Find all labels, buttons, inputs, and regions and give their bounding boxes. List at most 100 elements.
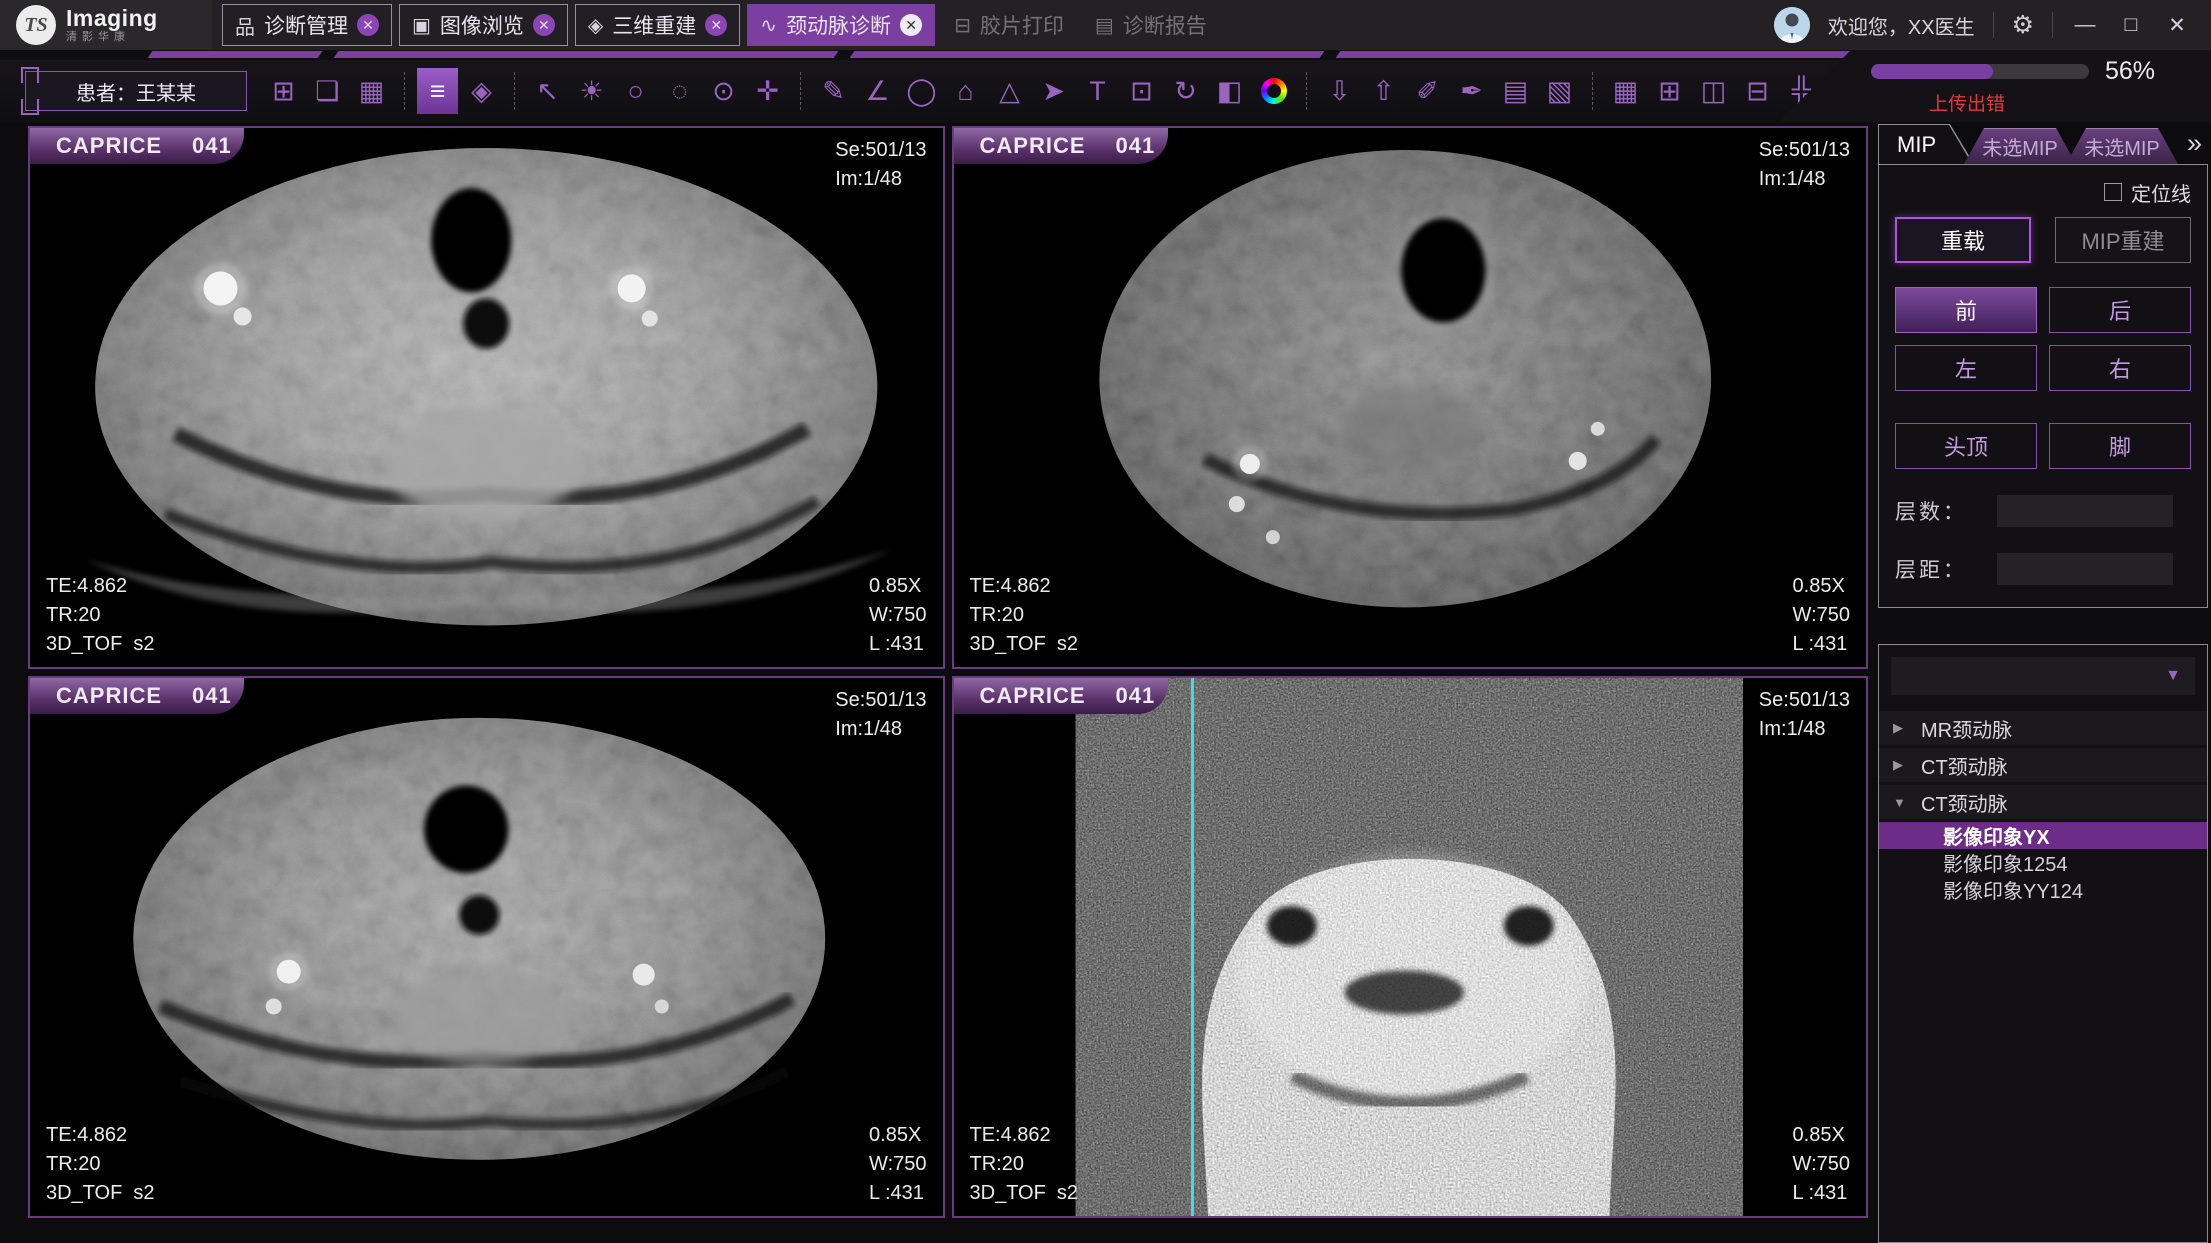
add-frame-icon[interactable]: ⊡	[1121, 68, 1162, 114]
layout-split-v-icon[interactable]: ◫	[1693, 68, 1734, 114]
minimize-icon[interactable]: —	[2071, 13, 2099, 37]
rotate-icon[interactable]: ↻	[1165, 68, 1206, 114]
cursor-icon[interactable]: ↖	[527, 68, 568, 114]
layout-quad-icon[interactable]: ⊞	[1649, 68, 1690, 114]
series-tab[interactable]: CAPRICE 041	[30, 678, 244, 714]
panel-tab-unselected-mip-2[interactable]: 未选MIP	[2066, 128, 2178, 164]
new-study-icon[interactable]: ⊞	[263, 68, 304, 114]
color-wheel-icon[interactable]	[1253, 68, 1294, 114]
layers-icon[interactable]: ≡	[417, 68, 458, 114]
series-tab[interactable]: CAPRICE 041	[954, 678, 1168, 714]
reference-line[interactable]	[1191, 678, 1194, 1217]
tree-node-ct-carotid-2[interactable]: ▼ CT颈动脉	[1879, 785, 2207, 819]
direction-front-button[interactable]: 前	[1895, 287, 2037, 333]
user-avatar[interactable]	[1774, 7, 1810, 43]
viewport-top-left[interactable]: CAPRICE 041 Se:501/13Im:1/48 TE:4.862TR:…	[28, 126, 945, 669]
invert-icon[interactable]: ◧	[1209, 68, 1250, 114]
panel-tabs: MIP 未选MIP 未选MIP »	[1878, 122, 2208, 164]
close-icon[interactable]: ✕	[900, 14, 922, 36]
open-folder-icon[interactable]: ❏	[307, 68, 348, 114]
maximize-icon[interactable]: □	[2117, 13, 2145, 37]
direction-left-button[interactable]: 左	[1895, 345, 2037, 391]
close-icon[interactable]: ✕	[533, 14, 555, 36]
viewport-bottom-left[interactable]: CAPRICE 041 Se:501/13Im:1/48 TE:4.862TR:…	[28, 676, 945, 1219]
pen-icon[interactable]: ✐	[1407, 68, 1448, 114]
tab-image-browse[interactable]: ▣ 图像浏览 ✕	[399, 4, 568, 46]
tree-node-ct-carotid-1[interactable]: ▶ CT颈动脉	[1879, 748, 2207, 782]
tree-node-mr-carotid[interactable]: ▶ MR颈动脉	[1879, 711, 2207, 745]
tree-leaf-impression-1254[interactable]: 影像印象1254	[1879, 849, 2207, 876]
viewport-grid: CAPRICE 041 Se:501/13Im:1/48 TE:4.862TR:…	[28, 126, 1868, 1218]
tab-film-print: ⊟ 胶片打印	[942, 4, 1076, 46]
toolbar-separator	[800, 72, 801, 110]
tab-diagnosis-manage[interactable]: 品 诊断管理 ✕	[222, 4, 392, 46]
image-upload-icon[interactable]: ▧	[1539, 68, 1580, 114]
cube-3d-icon[interactable]: ◈	[461, 68, 502, 114]
tree-leaf-impression-yx[interactable]: 影像印象YX	[1879, 822, 2207, 849]
tab-label: 图像浏览	[440, 10, 524, 40]
upload-icon[interactable]: ⇧	[1363, 68, 1404, 114]
report-add-icon[interactable]: ▤	[1495, 68, 1536, 114]
panel-tab-mip[interactable]: MIP	[1878, 124, 1974, 164]
settings-gear-icon[interactable]: ⚙	[2012, 10, 2034, 40]
series-tab[interactable]: CAPRICE 041	[954, 128, 1168, 164]
series-name: CAPRICE	[56, 683, 162, 709]
app-window: TS Imaging 清影华康 品 诊断管理 ✕ ▣ 图像浏览 ✕ ◈ 三维重建…	[0, 0, 2211, 1243]
tab-3d-rebuild[interactable]: ◈ 三维重建 ✕	[575, 4, 740, 46]
close-window-icon[interactable]: ✕	[2163, 13, 2191, 38]
series-dropdown[interactable]: ▼	[1891, 657, 2195, 695]
zoom-region-icon[interactable]: ◌	[659, 68, 700, 114]
layout-grid16-icon[interactable]: ▦	[1605, 68, 1646, 114]
upload-error-text[interactable]: 上传出错	[1929, 89, 2211, 116]
locator-line-checkbox[interactable]	[2104, 183, 2122, 201]
collapse-arrow-icon[interactable]: ▶	[1893, 720, 1909, 736]
more-tabs-chevron-icon[interactable]: »	[2187, 128, 2208, 159]
mip-rebuild-button[interactable]: MIP重建	[2055, 217, 2191, 263]
series-tab[interactable]: CAPRICE 041	[30, 128, 244, 164]
angle-icon[interactable]: △	[989, 68, 1030, 114]
text-icon[interactable]: T	[1077, 68, 1118, 114]
cube-icon: ◈	[588, 13, 603, 38]
download-icon[interactable]: ⇩	[1319, 68, 1360, 114]
divider	[2052, 12, 2053, 38]
measure-angle-icon[interactable]: ∠	[857, 68, 898, 114]
pointer-icon[interactable]: ➤	[1033, 68, 1074, 114]
tab-label: 颈动脉诊断	[786, 10, 891, 40]
layer-spacing-input[interactable]	[1997, 553, 2173, 585]
reload-button[interactable]: 重载	[1895, 217, 2031, 263]
tab-carotid-diagnosis[interactable]: ∿ 颈动脉诊断 ✕	[747, 4, 935, 46]
series-info-overlay: Se:501/13Im:1/48	[835, 686, 926, 744]
expand-arrow-icon[interactable]: ▼	[1893, 795, 1909, 810]
image-gallery-icon[interactable]: ▦	[351, 68, 392, 114]
window-level-overlay: 0.85XW:750L :431	[869, 572, 926, 659]
series-number: 041	[192, 133, 232, 159]
zoom-icon[interactable]: ○	[615, 68, 656, 114]
acquisition-overlay: TE:4.862TR:203D_TOF s2	[970, 1121, 1079, 1208]
brightness-icon[interactable]: ☀	[571, 68, 612, 114]
close-icon[interactable]: ✕	[705, 14, 727, 36]
mri-image	[30, 678, 943, 1217]
direction-back-button[interactable]: 后	[2049, 287, 2191, 333]
measure-ellipse-icon[interactable]: ◯	[901, 68, 942, 114]
measure-line-icon[interactable]: ✎	[813, 68, 854, 114]
zoom-x2-icon[interactable]: ⊙	[703, 68, 744, 114]
divider	[1993, 12, 1994, 38]
logo-ts-icon: TS	[16, 5, 56, 45]
pan-icon[interactable]: ✛	[747, 68, 788, 114]
viewport-top-right[interactable]: CAPRICE 041 Se:501/13Im:1/48 TE:4.862TR:…	[952, 126, 1869, 669]
direction-foot-button[interactable]: 脚	[2049, 423, 2191, 469]
panel-tab-unselected-mip-1[interactable]: 未选MIP	[1964, 128, 2076, 164]
brush-icon[interactable]: ✒	[1451, 68, 1492, 114]
collapse-arrow-icon[interactable]: ▶	[1893, 757, 1909, 773]
direction-head-button[interactable]: 头顶	[1895, 423, 2037, 469]
layout-split-h-icon[interactable]: ⊟	[1737, 68, 1778, 114]
viewport-bottom-right[interactable]: CAPRICE 041 Se:501/13Im:1/48 TE:4.862TR:…	[952, 676, 1869, 1219]
direction-right-button[interactable]: 右	[2049, 345, 2191, 391]
close-icon[interactable]: ✕	[357, 14, 379, 36]
layers-count-input[interactable]	[1997, 495, 2173, 527]
measure-polygon-icon[interactable]: ⌂	[945, 68, 986, 114]
brand-subtitle: 清影华康	[66, 32, 158, 44]
tree-leaf-impression-yy124[interactable]: 影像印象YY124	[1879, 876, 2207, 903]
upload-progress-fill	[1871, 64, 1993, 79]
patient-field[interactable]: 患者：王某某	[25, 71, 247, 111]
